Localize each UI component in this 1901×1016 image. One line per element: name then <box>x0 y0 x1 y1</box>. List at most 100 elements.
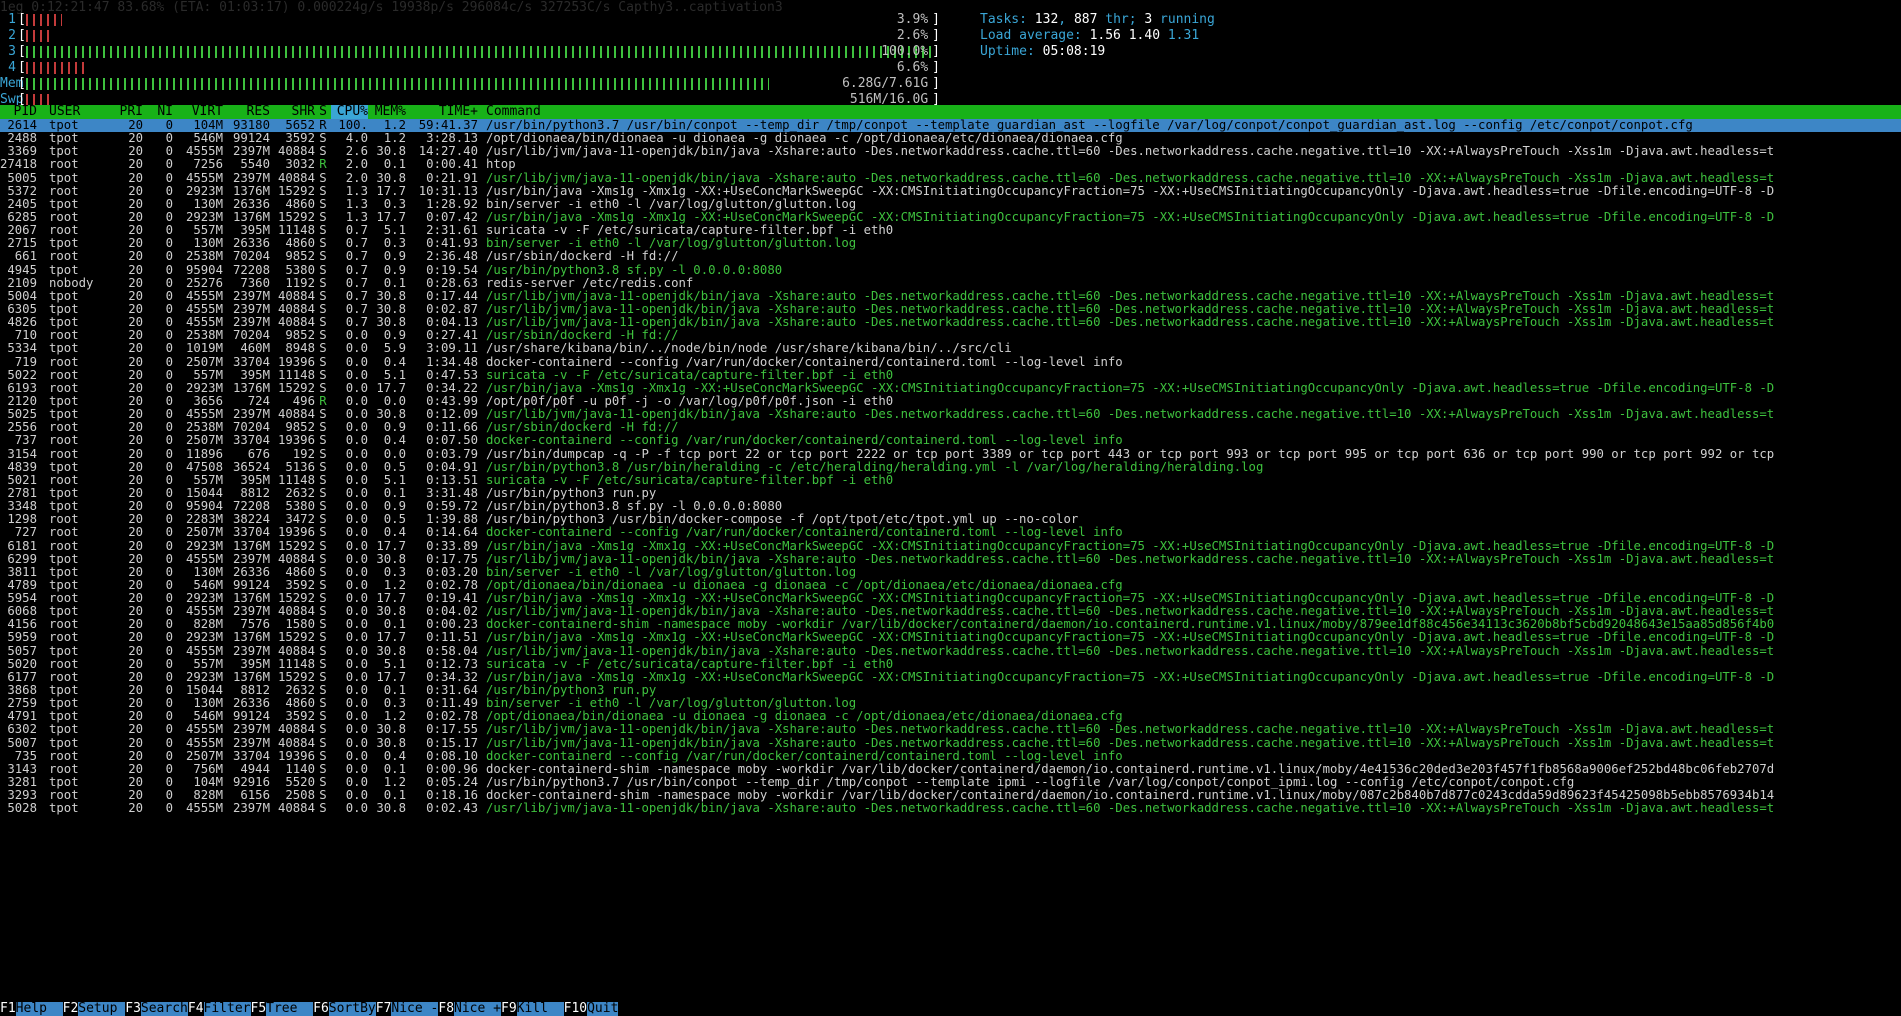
process-row[interactable]: 5372 root 20 0 2923M 1376M 15292 S 1.3 17.7 10:31.… <box>0 185 1901 198</box>
process-row[interactable]: 3868 tpot 20 0 15044 8812 2632 S 0.0 0.1 0:31.64/u… <box>0 684 1901 697</box>
process-row[interactable]: 1298 root 20 0 2283M 38224 3472 S 0.0 0.5 1:39.88 /… <box>0 513 1901 526</box>
process-row[interactable]: 3348 tpot 20 0 95904 72208 5380 S 0.0 0.9 0:59.72 /… <box>0 500 1901 513</box>
process-row[interactable]: 6285 root 20 0 2923M 1376M 15292 S 1.3 17.7 0:07.4… <box>0 211 1901 224</box>
process-row[interactable]: 2614 tpot 20 0 104M 93180 5652 R 100. 1.2 59:41.37… <box>0 119 1901 133</box>
cell-pid: 4839 <box>7 460 37 474</box>
cell-cmd: /usr/bin/java -Xms1g -Xmx1g -XX:+UseConc… <box>486 592 1775 606</box>
process-row[interactable]: 719 root 20 0 2507M 33704 19396 S 0.0 0.4 1:34.48 d… <box>0 356 1901 369</box>
cell-res: 6156 <box>240 789 270 803</box>
process-row[interactable]: 2488 tpot 20 0 546M 99124 3592 S 4.0 1.2 3:28.13/o… <box>0 132 1901 145</box>
process-row[interactable]: 5004 tpot 20 0 4555M 2397M 40884 S 0.7 30.8 0:17.4… <box>0 290 1901 303</box>
process-row[interactable]: 5021 root 20 0 557M 395M 11148 S 0.0 5.1 0:13.51 su… <box>0 474 1901 487</box>
function-key-f2[interactable]: F2Setup <box>63 1002 126 1016</box>
function-key-f4[interactable]: F4Filter <box>188 1002 251 1016</box>
function-key-f9[interactable]: F9Kill <box>501 1002 564 1016</box>
column-header-pid[interactable]: PID <box>0 105 37 119</box>
process-row[interactable]: 27418 root 20 0 7256 5540 3032 R 2.0 0.1 0:00.41 ht… <box>0 158 1901 171</box>
process-row[interactable]: 6299 tpot 20 0 4555M 2397M 40884 S 0.0 30.8 0:17.7… <box>0 553 1901 566</box>
process-row[interactable]: 2109 nobody 20 0 25276 7360 1192 S 0.7 0.1 0:28.63… <box>0 277 1901 290</box>
function-key-f1[interactable]: F1Help <box>0 1002 63 1016</box>
process-row[interactable]: 727 root 20 0 2507M 33704 19396 S 0.0 0.4 0:14.64 d… <box>0 526 1901 539</box>
process-row[interactable]: 5007 tpot 20 0 4555M 2397M 40884 S 0.0 30.8 0:15.1… <box>0 737 1901 750</box>
process-row[interactable]: 2781 tpot 20 0 15044 8812 2632 S 0.0 0.1 3:31.48/u… <box>0 487 1901 500</box>
cell-mem: 1.2 <box>383 132 406 146</box>
column-header-cpu[interactable]: CPU% <box>331 105 368 119</box>
process-row[interactable]: 6181 root 20 0 2923M 1376M 15292 S 0.0 17.7 0:33.8… <box>0 540 1901 553</box>
column-header-virt[interactable]: VIRT <box>173 105 223 119</box>
cell-ni: 0 <box>165 368 173 382</box>
process-row[interactable]: 4826 tpot 20 0 4555M 2397M 40884 S 0.7 30.8 0:04.1… <box>0 316 1901 329</box>
process-row[interactable]: 5954 root 20 0 2923M 1376M 15292 S 0.0 17.7 0:19.4… <box>0 592 1901 605</box>
column-header-s[interactable]: S <box>315 105 331 119</box>
process-row[interactable]: 2067 root 20 0 557M 395M 11148 S 0.7 5.1 2:31.61 su… <box>0 224 1901 237</box>
process-row[interactable]: 3154 root 20 0 11896 676 192 S 0.0 0.0 0:03.79/usr… <box>0 448 1901 461</box>
cell-res: 395M <box>240 657 270 671</box>
process-row[interactable]: 5005 tpot 20 0 4555M 2397M 40884 S 2.0 30.8 0:21.9… <box>0 172 1901 185</box>
process-row[interactable]: 4789 tpot 20 0 546M 99124 3592 S 0.0 1.2 0:02.78/o… <box>0 579 1901 592</box>
column-header-command[interactable]: Command <box>478 105 541 119</box>
process-list[interactable]: 2614 tpot 20 0 104M 93180 5652 R 100. 1.2 59:41.37… <box>0 119 1901 815</box>
process-row[interactable]: 3811 tpot 20 0 130M 26336 4860 S 0.0 0.3 0:03.20 bi… <box>0 566 1901 579</box>
process-row[interactable]: 6305 tpot 20 0 4555M 2397M 40884 S 0.7 30.8 0:02.8… <box>0 303 1901 316</box>
process-row[interactable]: 2715 tpot 20 0 130M 26336 4860 S 0.7 0.3 0:41.93 bi… <box>0 237 1901 250</box>
process-row[interactable]: 5020 root 20 0 557M 395M 11148 S 0.0 5.1 0:12.73 su… <box>0 658 1901 671</box>
process-row[interactable]: 3369 tpot 20 0 4555M 2397M 40884 S 2.6 30.8 14:27.… <box>0 145 1901 158</box>
cell-res: 26336 <box>232 565 270 579</box>
process-row[interactable]: 6068 tpot 20 0 4555M 2397M 40884 S 0.0 30.8 0:04.0… <box>0 605 1901 618</box>
cell-res: 2397M <box>232 316 270 330</box>
cell-virt: 4555M <box>185 644 223 658</box>
cell-s: S <box>319 670 327 684</box>
function-key-label: Help <box>15 1002 63 1016</box>
process-row[interactable]: 5334 tpot 20 0 1019M 460M 8948 S 0.0 5.9 3:09.11/u… <box>0 342 1901 355</box>
cell-s: S <box>319 237 327 251</box>
process-row[interactable]: 4945 tpot 20 0 95904 72208 5380 S 0.7 0.9 0:19.54 /… <box>0 264 1901 277</box>
process-row[interactable]: 737 root 20 0 2507M 33704 19396 S 0.0 0.4 0:07.50 d… <box>0 434 1901 447</box>
column-header-user[interactable]: USER <box>37 105 115 119</box>
process-row[interactable]: 2759 tpot 20 0 130M 26336 4860 S 0.0 0.3 0:11.49 bi… <box>0 697 1901 710</box>
cell-s: S <box>319 145 327 159</box>
function-key-f6[interactable]: F6SortBy <box>313 1002 376 1016</box>
cell-s: S <box>319 329 327 343</box>
cell-res: 2397M <box>232 644 270 658</box>
column-header-ni[interactable]: NI <box>143 105 173 119</box>
process-row[interactable]: 4156 root 20 0 828M 7576 1580 S 0.0 0.1 0:00.23 doc… <box>0 618 1901 631</box>
column-header-mem[interactable]: MEM% <box>368 105 406 119</box>
cell-res: 395M <box>240 224 270 238</box>
process-row[interactable]: 5022 root 20 0 557M 395M 11148 S 0.0 5.1 0:47.53 su… <box>0 369 1901 382</box>
process-row[interactable]: 4839 tpot 20 0 47508 36524 5136 S 0.0 0.5 0:04.91 /… <box>0 461 1901 474</box>
function-key-f5[interactable]: F5Tree <box>251 1002 314 1016</box>
process-row[interactable]: 4791 tpot 20 0 546M 99124 3592 S 0.0 1.2 0:02.78/o… <box>0 710 1901 723</box>
column-header-pri[interactable]: PRI <box>115 105 143 119</box>
process-row[interactable]: 5959 root 20 0 2923M 1376M 15292 S 0.0 17.7 0:11.5… <box>0 631 1901 644</box>
process-row[interactable]: 5025 tpot 20 0 4555M 2397M 40884 S 0.0 30.8 0:12.0… <box>0 408 1901 421</box>
cell-cmd: /usr/lib/jvm/java-11-openjdk/bin/java -X… <box>486 802 1775 816</box>
cell-pri: 20 <box>128 316 143 330</box>
process-row[interactable]: 2405 tpot 20 0 130M 26336 4860 S 1.3 0.3 1:28.92 bi… <box>0 198 1901 211</box>
process-row[interactable]: 5028 tpot 20 0 4555M 2397M 40884 S 0.0 30.8 0:02.4… <box>0 802 1901 815</box>
process-row[interactable]: 6302 tpot 20 0 4555M 2397M 40884 S 0.0 30.8 0:17.5… <box>0 723 1901 736</box>
cell-shr: 15292 <box>277 381 315 395</box>
column-header-time[interactable]: TIME+ <box>406 105 478 119</box>
function-key-f7[interactable]: F7Nice - <box>376 1002 439 1016</box>
function-key-f3[interactable]: F3Search <box>125 1002 188 1016</box>
process-row[interactable]: 3281 tpot 20 0 104M 92916 5520 S 0.0 1.2 0:05.24/u… <box>0 776 1901 789</box>
process-row[interactable]: 2556 root 20 0 2538M 70204 9852 S 0.0 0.9 0:11.66 /… <box>0 421 1901 434</box>
column-header-shr[interactable]: SHR <box>270 105 315 119</box>
cell-pid: 5959 <box>7 631 37 645</box>
process-row[interactable]: 3143 root 20 0 756M 4944 1140 S 0.0 0.1 0:00.96 doc… <box>0 763 1901 776</box>
process-row[interactable]: 710 root 20 0 2538M 70204 9852 S 0.0 0.9 0:27.41/u… <box>0 329 1901 342</box>
column-header-res[interactable]: RES <box>223 105 270 119</box>
function-key-f10[interactable]: F10Quit <box>564 1002 619 1016</box>
process-row[interactable]: 3293 root 20 0 828M 6156 2508 S 0.0 0.1 0:18.16 doc… <box>0 789 1901 802</box>
function-key-f8[interactable]: F8Nice + <box>438 1002 501 1016</box>
process-row[interactable]: 661 root 20 0 2538M 70204 9852 S 0.7 0.9 2:36.48/u… <box>0 250 1901 263</box>
cell-virt: 2923M <box>185 184 223 198</box>
process-row[interactable]: 6177 root 20 0 2923M 1376M 15292 S 0.0 17.7 0:34.3… <box>0 671 1901 684</box>
cell-pri: 20 <box>128 473 143 487</box>
process-row[interactable]: 735 root 20 0 2507M 33704 19396 S 0.0 0.4 0:08.10 d… <box>0 750 1901 763</box>
process-row[interactable]: 6193 root 20 0 2923M 1376M 15292 S 0.0 17.7 0:34.2… <box>0 382 1901 395</box>
function-key-number: F5 <box>250 1002 267 1016</box>
meter-fill <box>25 78 770 90</box>
process-row[interactable]: 5057 tpot 20 0 4555M 2397M 40884 S 0.0 30.8 0:58.0… <box>0 645 1901 658</box>
process-row[interactable]: 2120 tpot 20 0 3656 724 496 R 0.0 0.0 0:43.99/opt/… <box>0 395 1901 408</box>
